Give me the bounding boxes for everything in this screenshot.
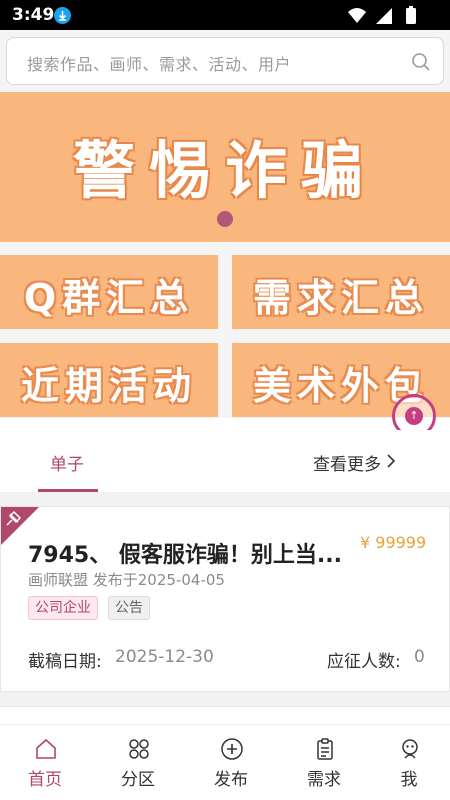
shortcut-tiles: Q群汇总 需求汇总 近期活动 美术外包 (0, 242, 450, 418)
search-input[interactable]: 搜索作品、画师、需求、活动、用户 (6, 37, 444, 85)
applicants-label: 应征人数: (327, 652, 401, 672)
plus-circle-icon (221, 738, 243, 760)
tag-company: 公司企业 (28, 596, 98, 620)
arrow-up-icon: ↑ (405, 407, 423, 425)
nav-home[interactable]: 首页 (0, 725, 90, 800)
card-price: ¥ 99999 (360, 533, 427, 552)
status-time: 3:49 (12, 5, 55, 25)
tile-requests-summary[interactable]: 需求汇总 (232, 255, 450, 329)
status-bar: 3:49 (0, 0, 450, 30)
clipboard-icon (317, 738, 333, 760)
deadline-label: 截稿日期: (28, 652, 102, 672)
carousel-indicator[interactable] (217, 211, 233, 227)
section-header: 单子 查看更多 (0, 430, 450, 492)
home-icon (36, 738, 56, 759)
nav-label: 我 (400, 770, 418, 790)
nav-categories[interactable]: 分区 (93, 725, 183, 800)
nav-label: 需求 (307, 770, 341, 790)
tile-label: Q群汇总 (23, 276, 195, 320)
nav-publish[interactable]: 发布 (186, 725, 276, 800)
banner[interactable]: 警惕诈骗 (0, 92, 450, 242)
card-meta: 画师联盟 发布于2025-04-05 (28, 571, 225, 589)
battery-icon (406, 8, 416, 24)
profile-icon (402, 739, 418, 759)
nav-profile[interactable]: 我 (364, 725, 450, 800)
status-icons (348, 6, 416, 24)
deadline-value: 2025-12-30 (115, 647, 214, 667)
search-placeholder: 搜索作品、画师、需求、活动、用户 (27, 55, 292, 74)
bottom-nav: 首页 分区 发布 需求 我 (0, 724, 450, 800)
order-card[interactable]: 7945、 假客服诈骗！别上当... ¥ 99999 画师联盟 发布于2025-… (0, 506, 450, 692)
tile-qq-groups[interactable]: Q群汇总 (0, 255, 218, 329)
nav-label: 发布 (214, 770, 248, 790)
search-bar-container: 搜索作品、画师、需求、活动、用户 (0, 30, 450, 92)
tile-label: 需求汇总 (252, 276, 429, 320)
download-icon (54, 7, 71, 24)
order-card[interactable] (0, 706, 450, 726)
divider (0, 692, 450, 706)
wifi-icon (348, 8, 366, 23)
divider (0, 492, 450, 506)
signal-icon (376, 8, 392, 24)
nav-requests[interactable]: 需求 (279, 725, 369, 800)
nav-label: 首页 (28, 770, 62, 790)
tab-orders[interactable]: 单子 (50, 450, 84, 475)
search-icon[interactable] (411, 52, 431, 72)
chevron-right-icon[interactable] (385, 454, 397, 468)
tile-label: 近期活动 (20, 364, 197, 408)
see-more-link[interactable]: 查看更多 (313, 450, 381, 475)
card-title: 7945、 假客服诈骗！别上当... (28, 543, 342, 568)
tag-announcement: 公告 (108, 596, 150, 620)
grid-icon (129, 739, 149, 759)
tile-recent-events[interactable]: 近期活动 (0, 343, 218, 417)
banner-title: 警惕诈骗 (72, 134, 377, 207)
nav-label: 分区 (121, 770, 155, 790)
applicants-value: 0 (414, 647, 425, 667)
